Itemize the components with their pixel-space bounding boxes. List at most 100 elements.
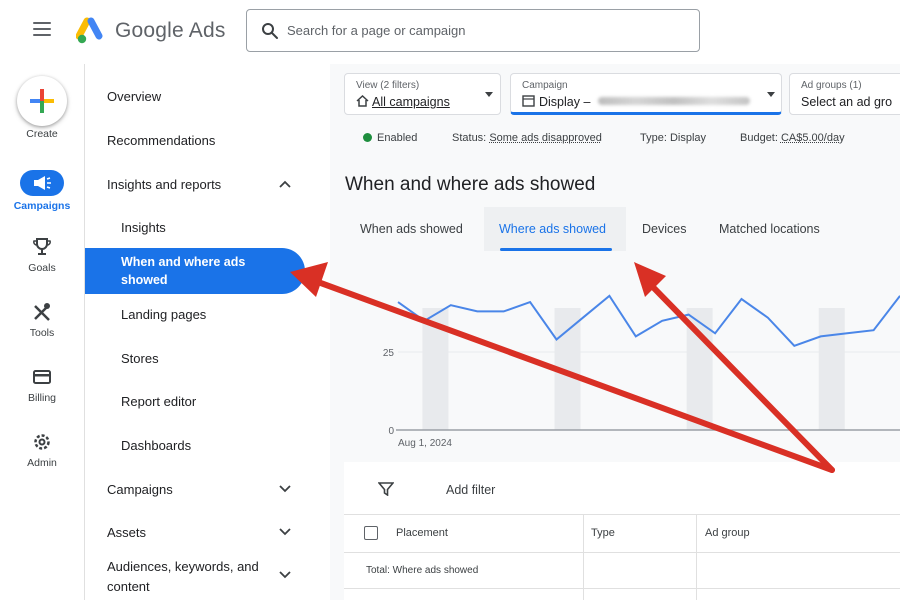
status-label: Status: — [452, 132, 487, 144]
sidebar-item-when-where-active[interactable]: When and where ads showed — [85, 248, 305, 294]
tab-devices[interactable]: Devices — [642, 222, 686, 236]
active-tab-underline — [500, 248, 612, 251]
ad-groups-filter-dropdown[interactable]: Ad groups (1) Select an ad gro — [789, 73, 900, 115]
campaign-budget[interactable]: Budget: CA$5.00/day — [740, 132, 845, 144]
sidebar-item-recommendations[interactable]: Recommendations — [107, 133, 215, 148]
weekend-band-0 — [422, 308, 449, 430]
y-tick-0: 0 — [388, 426, 394, 437]
table-divider — [344, 514, 900, 515]
campaign-filter-value-row: Display – — [522, 95, 750, 109]
type-value: Display — [669, 132, 707, 144]
rail-create-label: Create — [26, 128, 58, 140]
chevron-down-icon[interactable] — [279, 528, 291, 536]
rail-item-billing[interactable]: Billing — [0, 366, 84, 404]
ad-groups-filter-value: Select an ad gro — [801, 95, 893, 109]
rail-goals-label: Goals — [28, 262, 56, 274]
view-filter-label: View (2 filters) — [356, 80, 420, 91]
x-tick-start: Aug 1, 2024 — [398, 438, 452, 449]
table-divider — [344, 588, 900, 589]
sidebar-item-dashboards[interactable]: Dashboards — [121, 438, 191, 453]
home-icon — [356, 94, 369, 107]
rail-item-tools[interactable]: Tools — [0, 301, 84, 339]
sidebar-nav: Overview Recommendations Insights and re… — [84, 64, 330, 600]
plus-icon — [30, 89, 54, 113]
performance-line-chart: 0 25 Aug 1, 2024 — [383, 294, 900, 449]
budget-label: Budget: — [740, 132, 778, 144]
sidebar-item-landing-pages[interactable]: Landing pages — [121, 307, 206, 322]
megaphone-icon — [20, 170, 64, 196]
campaign-filter-value: Display – — [539, 95, 591, 109]
campaign-type: Type: Display — [640, 132, 706, 144]
total-row-label: Total: Where ads showed — [366, 565, 479, 576]
hamburger-menu-icon[interactable] — [33, 22, 51, 36]
enabled-text: Enabled — [377, 132, 418, 144]
status-dot-icon — [363, 133, 372, 142]
rail-item-goals[interactable]: Goals — [0, 236, 84, 274]
placements-table: Add filter Placement Type Ad group Total… — [344, 462, 900, 600]
rail-billing-label: Billing — [27, 392, 56, 404]
rail-tools-label: Tools — [29, 327, 55, 339]
chevron-down-icon[interactable] — [279, 571, 291, 579]
sidebar-item-campaigns[interactable]: Campaigns — [107, 482, 173, 497]
rail-campaigns-label: Campaigns — [13, 200, 71, 212]
column-header-placement[interactable]: Placement — [396, 527, 448, 539]
type-label: Type: — [640, 132, 667, 144]
add-filter-button[interactable]: Add filter — [446, 483, 495, 497]
sidebar-item-insights-reports[interactable]: Insights and reports — [107, 177, 221, 192]
sidebar-item-stores[interactable]: Stores — [121, 351, 159, 366]
search-field[interactable]: Search for a page or campaign — [246, 9, 700, 52]
chevron-up-icon[interactable] — [279, 180, 291, 188]
rail-item-admin[interactable]: Admin — [0, 431, 84, 469]
tab-where-ads-showed[interactable]: Where ads showed — [499, 222, 606, 236]
caret-down-icon — [767, 92, 775, 97]
select-all-checkbox[interactable] — [364, 526, 378, 540]
status-value: Some ads disapproved — [489, 132, 602, 144]
rail-item-campaigns[interactable]: Campaigns — [0, 170, 84, 212]
column-header-type[interactable]: Type — [591, 527, 615, 539]
y-tick-25: 25 — [383, 348, 395, 359]
ad-groups-filter-label: Ad groups (1) — [801, 80, 862, 91]
sidebar-item-audiences-line1: Audiences, keywords, and — [107, 559, 259, 574]
campaign-filter-dropdown[interactable]: Campaign Display – — [510, 73, 782, 115]
brand-name: Google Ads — [115, 19, 226, 42]
view-filter-value: All campaigns — [372, 95, 450, 109]
top-bar: Google Ads Search for a page or campaign — [0, 0, 900, 64]
campaign-enabled-status: Enabled — [363, 132, 417, 144]
sidebar-item-assets[interactable]: Assets — [107, 525, 146, 540]
search-icon — [262, 23, 278, 39]
table-divider — [344, 552, 900, 553]
tools-icon — [34, 303, 50, 321]
sidebar-item-audiences[interactable]: Audiences, keywords, and content — [107, 559, 259, 594]
weekend-band-3 — [818, 308, 845, 430]
tab-when-ads-showed[interactable]: When ads showed — [360, 222, 463, 236]
caret-down-icon — [485, 92, 493, 97]
campaign-filter-label: Campaign — [522, 80, 568, 91]
trophy-icon — [33, 238, 51, 255]
rail-admin-label: Admin — [27, 457, 57, 469]
search-placeholder: Search for a page or campaign — [287, 23, 466, 38]
sidebar-item-overview[interactable]: Overview — [107, 89, 161, 104]
create-button[interactable] — [17, 76, 67, 126]
google-ads-logo — [76, 17, 103, 44]
left-rail: Create Campaigns Goals Tools Billing Adm… — [0, 64, 84, 600]
tab-matched-locations[interactable]: Matched locations — [719, 222, 820, 236]
view-filter-dropdown[interactable]: View (2 filters) All campaigns — [344, 73, 501, 115]
chevron-down-icon[interactable] — [279, 485, 291, 493]
page-title: When and where ads showed — [345, 174, 596, 195]
column-header-ad-group[interactable]: Ad group — [705, 527, 750, 539]
filter-icon[interactable] — [378, 482, 394, 496]
budget-value: CA$5.00/day — [780, 132, 845, 144]
weekend-band-1 — [554, 308, 581, 430]
gear-icon — [34, 434, 50, 450]
sidebar-item-insights[interactable]: Insights — [121, 220, 166, 235]
sidebar-item-report-editor[interactable]: Report editor — [121, 394, 196, 409]
weekend-band-2 — [686, 308, 713, 430]
sidebar-item-when-where-label: When and where ads showed — [121, 255, 246, 287]
view-filter-value-row: All campaigns — [356, 94, 450, 109]
status-summary[interactable]: Status: Some ads disapproved — [452, 132, 602, 144]
sidebar-item-audiences-line2: content — [107, 579, 150, 594]
display-campaign-icon — [522, 95, 535, 107]
campaign-name-redacted — [597, 97, 750, 105]
main-content: View (2 filters) All campaigns Campaign … — [330, 64, 900, 600]
credit-card-icon — [33, 370, 51, 384]
